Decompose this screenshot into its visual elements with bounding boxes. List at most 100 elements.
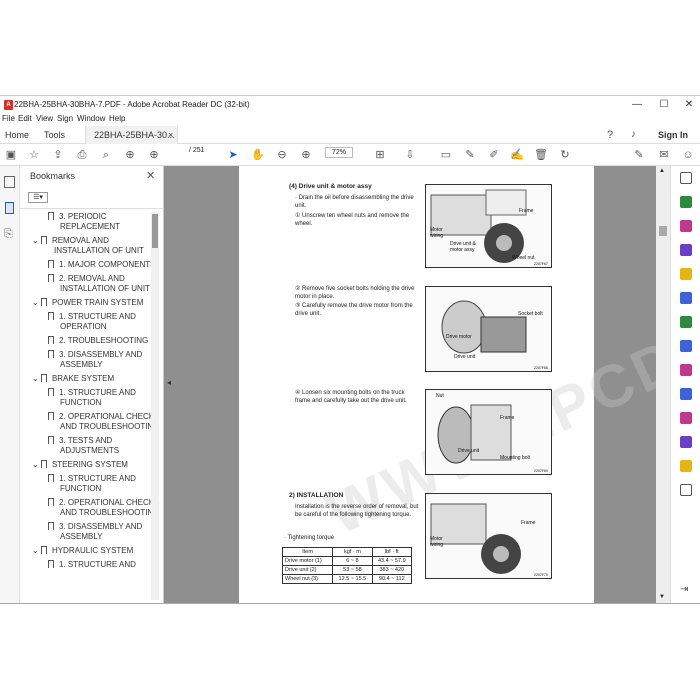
bookmark-item[interactable]: ⌄ POWER TRAIN SYSTEM <box>32 298 143 308</box>
tool-settings-icon[interactable] <box>680 484 692 496</box>
hand-tool-icon[interactable]: ✋ <box>251 148 265 162</box>
chevron-down-icon[interactable]: ⌄ <box>32 298 41 307</box>
zoom-out-icon[interactable]: ⊖ <box>275 148 289 162</box>
organize-pages-icon[interactable] <box>680 244 692 256</box>
bookmark-item[interactable]: AND TROUBLESHOOTING <box>60 422 159 432</box>
collapse-tools-pane-icon[interactable]: ⇥ <box>680 584 688 595</box>
bookmark-item[interactable]: 1. STRUCTURE AND <box>48 560 136 570</box>
rotate-icon[interactable]: ↻ <box>558 148 572 162</box>
more-tools-icon[interactable] <box>680 460 692 472</box>
close-panel-icon[interactable]: ✕ <box>146 169 155 182</box>
bookmark-item[interactable]: 3. PERIODIC <box>48 212 107 222</box>
request-signature-icon[interactable] <box>680 436 692 448</box>
bookmark-item[interactable]: ASSEMBLY <box>60 532 103 542</box>
print-icon[interactable]: ⎙ <box>75 148 89 162</box>
combine-files-icon[interactable] <box>680 292 692 304</box>
bookmark-item[interactable]: 2. OPERATIONAL CHECKS <box>48 498 159 508</box>
bookmark-item[interactable]: ADJUSTMENTS <box>60 446 119 456</box>
bookmarks-panel-icon[interactable] <box>5 202 14 214</box>
create-pdf-icon[interactable] <box>680 220 692 232</box>
scroll-up-arrow-icon[interactable]: ▲ <box>659 168 665 174</box>
bookmark-item[interactable]: ⌄ STEERING SYSTEM <box>32 460 128 470</box>
document-scroll-thumb[interactable] <box>659 226 667 236</box>
bookmark-item[interactable]: 2. REMOVAL AND <box>48 274 125 284</box>
scan-ocr-icon[interactable] <box>680 340 692 352</box>
bookmark-item[interactable]: FUNCTION <box>60 484 101 494</box>
tab-document[interactable]: 22BHA-25BHA-30... × <box>85 126 178 144</box>
fill-sign-icon[interactable]: ✍ <box>510 148 524 162</box>
delete-icon[interactable]: 🗑 <box>534 148 548 162</box>
search-tool-icon[interactable] <box>680 172 692 184</box>
menu-window[interactable]: Window <box>77 114 105 123</box>
menu-edit[interactable]: Edit <box>18 114 32 123</box>
chevron-down-icon[interactable]: ⌄ <box>32 374 41 383</box>
bookmark-item[interactable]: 1. STRUCTURE AND <box>48 474 136 484</box>
bookmark-item[interactable]: ⌄ REMOVAL AND <box>32 236 109 246</box>
attachments-icon[interactable]: ⎘ <box>4 228 13 241</box>
close-window-button[interactable]: ✕ <box>676 98 700 112</box>
bookmark-item[interactable]: 3. DISASSEMBLY AND <box>48 350 142 360</box>
prepare-form-icon[interactable] <box>680 412 692 424</box>
bookmark-item[interactable]: ASSEMBLY <box>60 360 103 370</box>
zoom-level-input[interactable]: 72% <box>325 147 353 158</box>
menu-view[interactable]: View <box>36 114 53 123</box>
previous-page-icon[interactable]: ⊕ <box>123 148 137 162</box>
chevron-down-icon[interactable]: ⌄ <box>32 546 41 555</box>
bookmark-item[interactable]: 1. STRUCTURE AND <box>48 312 136 322</box>
next-page-icon[interactable]: ⊕ <box>147 148 161 162</box>
bookmark-item[interactable]: 2. OPERATIONAL CHECKS <box>48 412 159 422</box>
compress-pdf-icon[interactable] <box>680 316 692 328</box>
fill-and-sign-icon[interactable] <box>680 364 692 376</box>
edit-pdf-icon[interactable]: ✎ <box>632 148 646 162</box>
bookmark-item[interactable]: 2. TROUBLESHOOTING <box>48 336 148 346</box>
bookmark-item[interactable]: INSTALLATION OF UNIT <box>60 284 150 294</box>
tab-close-icon[interactable]: × <box>168 126 173 144</box>
upload-icon[interactable]: ⇪ <box>51 148 65 162</box>
comment-tool-icon[interactable] <box>680 268 692 280</box>
bookmark-item[interactable]: 3. TESTS AND <box>48 436 112 446</box>
bookmark-item[interactable]: FUNCTION <box>60 398 101 408</box>
search-icon[interactable]: ⌕ <box>99 148 113 162</box>
zoom-in-icon[interactable]: ⊕ <box>299 148 313 162</box>
help-icon[interactable]: ? <box>607 126 613 144</box>
highlight-pen-icon[interactable]: ✎ <box>463 148 477 162</box>
collapse-panel-arrow-icon[interactable]: ◂ <box>167 378 171 387</box>
account-icon[interactable]: ☺ <box>681 148 695 162</box>
notification-bell-icon[interactable]: ♪ <box>631 126 636 144</box>
bookmark-options-icon[interactable]: ☰▾ <box>28 192 48 203</box>
tab-tools[interactable]: Tools <box>44 126 65 144</box>
draw-icon[interactable]: ✐ <box>487 148 501 162</box>
minimize-button[interactable]: — <box>624 98 650 112</box>
export-pdf-icon[interactable] <box>680 196 692 208</box>
scroll-down-arrow-icon[interactable]: ▼ <box>659 594 665 600</box>
menu-sign[interactable]: Sign <box>57 114 73 123</box>
bookmark-item[interactable]: OPERATION <box>60 322 107 332</box>
email-icon[interactable]: ✉ <box>657 148 671 162</box>
bookmark-item[interactable]: 3. DISASSEMBLY AND <box>48 522 142 532</box>
select-tool-icon[interactable]: ➤ <box>226 148 240 162</box>
menu-file[interactable]: File <box>2 114 15 123</box>
bookmark-scrollbar[interactable] <box>151 212 159 600</box>
save-icon[interactable]: ▣ <box>4 148 18 162</box>
page-thumbnails-icon[interactable] <box>4 176 15 188</box>
comment-icon[interactable]: ▭ <box>439 148 453 162</box>
tab-home[interactable]: Home <box>5 126 29 144</box>
maximize-button[interactable]: ☐ <box>651 98 677 112</box>
bookmark-item[interactable]: ⌄ HYDRAULIC SYSTEM <box>32 546 133 556</box>
protect-icon[interactable] <box>680 388 692 400</box>
bookmark-item[interactable]: REPLACEMENT <box>60 222 120 232</box>
chevron-down-icon[interactable]: ⌄ <box>32 460 41 469</box>
bookmark-star-icon[interactable]: ☆ <box>27 148 41 162</box>
chevron-down-icon[interactable]: ⌄ <box>32 236 41 245</box>
bookmark-scroll-thumb[interactable] <box>152 214 158 248</box>
menu-help[interactable]: Help <box>109 114 125 123</box>
sign-in-button[interactable]: Sign In <box>658 126 688 144</box>
fit-page-icon[interactable]: ⊞ <box>373 148 387 162</box>
scroll-mode-icon[interactable]: ⇩ <box>403 148 417 162</box>
bookmark-item[interactable]: 1. STRUCTURE AND <box>48 388 136 398</box>
document-scrollbar[interactable]: ▲ ▼ <box>656 166 670 603</box>
bookmark-item[interactable]: 1. MAJOR COMPONENTS <box>48 260 155 270</box>
bookmark-item[interactable]: ⌄ BRAKE SYSTEM <box>32 374 114 384</box>
bookmark-item[interactable]: INSTALLATION OF UNIT <box>54 246 144 256</box>
bookmark-item[interactable]: AND TROUBLESHOOTING <box>60 508 159 518</box>
